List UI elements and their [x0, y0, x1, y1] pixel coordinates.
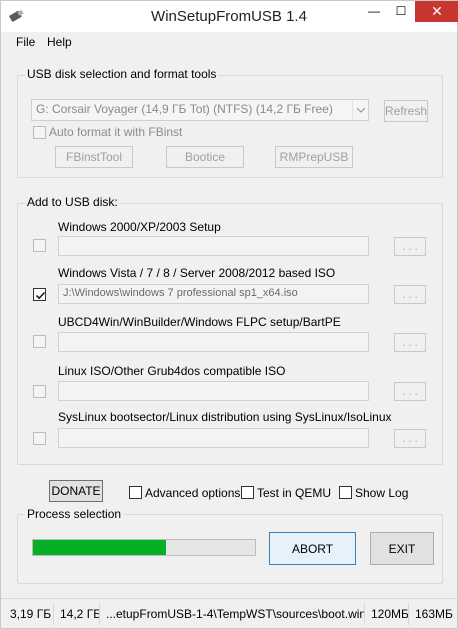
- source-label-syslinux: SysLinux bootsector/Linux distribution u…: [58, 410, 392, 424]
- source-checkbox-syslinux[interactable]: [33, 432, 46, 445]
- browse-button-winxp[interactable]: . . .: [394, 237, 426, 256]
- process-group-title: Process selection: [25, 507, 124, 521]
- progress-bar-fill: [33, 540, 167, 555]
- exit-button[interactable]: EXIT: [370, 532, 434, 565]
- add-to-usb-group-title: Add to USB disk:: [25, 195, 120, 209]
- dropdown-arrow: [352, 100, 368, 120]
- browse-button-syslinux[interactable]: . . .: [394, 429, 426, 448]
- source-checkbox-ubcd[interactable]: [33, 335, 46, 348]
- source-checkbox-vista[interactable]: [33, 288, 46, 301]
- source-path-ubcd[interactable]: [58, 332, 369, 352]
- source-path-winxp[interactable]: [58, 236, 369, 256]
- auto-format-checkbox[interactable]: [33, 126, 46, 139]
- close-button[interactable]: ✕: [415, 1, 458, 22]
- show-log-checkbox[interactable]: [339, 486, 352, 499]
- test-in-qemu-label: Test in QEMU: [257, 486, 332, 500]
- browse-button-linux[interactable]: . . .: [394, 382, 426, 401]
- usb-disk-value: G: Corsair Voyager (14,9 ГБ Tot) (NTFS) …: [36, 102, 333, 116]
- main-window: WinSetupFromUSB 1.4 — ☐ ✕ File Help USB …: [0, 0, 458, 629]
- title-bar: WinSetupFromUSB 1.4 — ☐ ✕: [1, 1, 458, 32]
- usb-disk-select[interactable]: G: Corsair Voyager (14,9 ГБ Tot) (NTFS) …: [31, 99, 369, 121]
- refresh-button[interactable]: Refresh: [384, 100, 428, 122]
- checkmark-icon: [35, 291, 46, 300]
- source-checkbox-linux[interactable]: [33, 385, 46, 398]
- bootice-button[interactable]: Bootice: [166, 146, 244, 168]
- chevron-down-icon: [356, 107, 366, 113]
- menu-file[interactable]: File: [16, 35, 35, 49]
- menu-help[interactable]: Help: [47, 35, 72, 49]
- source-path-linux[interactable]: [58, 381, 369, 401]
- rmprepusb-button[interactable]: RMPrepUSB: [275, 146, 353, 168]
- source-label-vista: Windows Vista / 7 / 8 / Server 2008/2012…: [58, 266, 336, 280]
- source-path-vista[interactable]: J:\Windows\windows 7 professional sp1_x6…: [58, 284, 369, 304]
- progress-bar: [32, 539, 256, 556]
- source-path-syslinux[interactable]: [58, 428, 369, 448]
- status-size-1: 120МБ: [368, 603, 409, 625]
- fbinsttool-button[interactable]: FBinstTool: [55, 146, 133, 168]
- status-bar: 3,19 ГБ 14,2 ГБ ...etupFromUSB-1-4\TempW…: [1, 598, 457, 628]
- status-free-size: 14,2 ГБ: [57, 603, 100, 625]
- advanced-options-checkbox[interactable]: [129, 486, 142, 499]
- minimize-button[interactable]: —: [361, 1, 387, 22]
- browse-button-vista[interactable]: . . .: [394, 285, 426, 304]
- source-label-winxp: Windows 2000/XP/2003 Setup: [58, 220, 221, 234]
- source-label-linux: Linux ISO/Other Grub4dos compatible ISO: [58, 364, 286, 378]
- maximize-button[interactable]: ☐: [388, 1, 414, 22]
- source-label-ubcd: UBCD4Win/WinBuilder/Windows FLPC setup/B…: [58, 315, 341, 329]
- donate-button[interactable]: DONATE: [49, 480, 103, 502]
- source-checkbox-winxp[interactable]: [33, 239, 46, 252]
- abort-button[interactable]: ABORT: [269, 532, 356, 565]
- auto-format-label: Auto format it with FBinst: [49, 125, 183, 139]
- menu-bar: File Help: [1, 32, 457, 52]
- status-size-2: 163МБ: [415, 607, 453, 621]
- usb-disk-group-title: USB disk selection and format tools: [25, 67, 219, 81]
- status-current-file: ...etupFromUSB-1-4\TempWST\sources\boot.…: [103, 603, 365, 625]
- show-log-label: Show Log: [355, 486, 409, 500]
- advanced-options-label: Advanced options: [145, 486, 241, 500]
- status-total-size: 3,19 ГБ: [7, 603, 54, 625]
- browse-button-ubcd[interactable]: . . .: [394, 333, 426, 352]
- test-in-qemu-checkbox[interactable]: [241, 486, 254, 499]
